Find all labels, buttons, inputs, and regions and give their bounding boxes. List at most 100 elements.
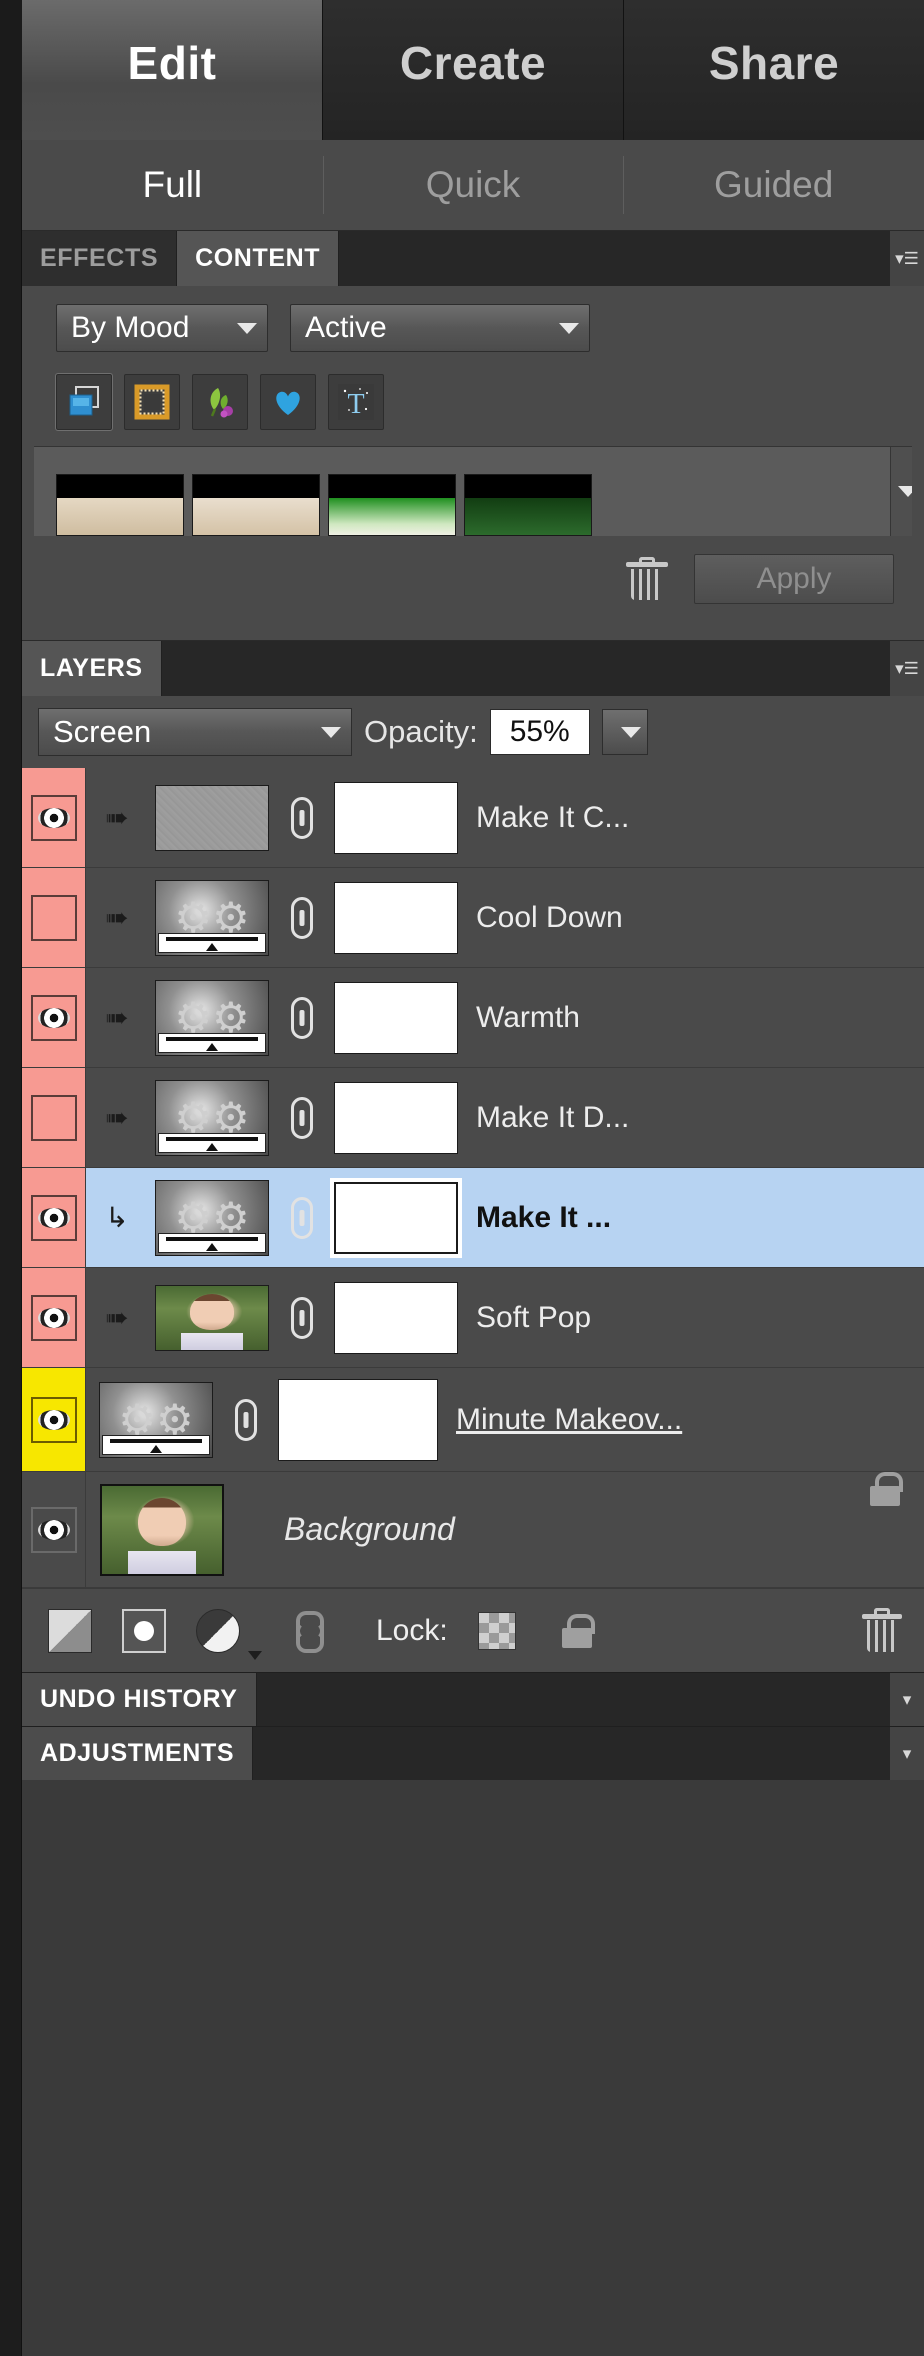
thumb-sky: [57, 475, 183, 498]
content-panel-menu-icon[interactable]: ▾☰: [890, 231, 924, 286]
add-layer-mask-icon[interactable]: [122, 1608, 166, 1653]
opacity-slider-button[interactable]: [601, 709, 648, 755]
content-thumbnail-item[interactable]: [328, 474, 456, 536]
blend-mode-select[interactable]: Screen: [38, 708, 352, 756]
table-row-selected[interactable]: ↳ ⚙⚙ Make It ...: [22, 1168, 924, 1268]
adjustment-slider-bar: [102, 1434, 210, 1455]
trash-icon[interactable]: [862, 1608, 902, 1654]
lock-transparency-checker-icon[interactable]: [477, 1611, 516, 1650]
layer-name[interactable]: Make It C...: [458, 768, 924, 867]
layer-mask-thumbnail-selected[interactable]: [328, 1168, 462, 1267]
content-thumbnail-item[interactable]: [464, 474, 592, 536]
opacity-input[interactable]: 55%: [489, 709, 590, 755]
layer-link-icon[interactable]: [220, 1368, 272, 1471]
new-layer-icon[interactable]: [48, 1608, 92, 1653]
graphics-icon[interactable]: [192, 374, 248, 430]
layer-thumbnail[interactable]: ⚙⚙: [148, 868, 276, 967]
layer-link-icon[interactable]: [276, 868, 328, 967]
layer-thumbnail[interactable]: ⚙⚙: [148, 1168, 276, 1267]
table-row[interactable]: ➠ Make It C...: [22, 768, 924, 868]
table-row[interactable]: ➠ ⚙⚙ Warmth: [22, 968, 924, 1068]
table-row-background[interactable]: Background: [22, 1472, 924, 1588]
content-thumbnail-item[interactable]: [56, 474, 184, 536]
svg-text:T: T: [347, 389, 364, 420]
layer-thumbnail[interactable]: ⚙⚙: [148, 1068, 276, 1167]
mode-tab-create[interactable]: Create: [323, 0, 624, 140]
tabbar-filler: [253, 1727, 890, 1780]
chevron-down-icon[interactable]: [248, 1651, 262, 1660]
tab-effects[interactable]: EFFECTS: [22, 231, 178, 286]
background-layer-thumbnail[interactable]: [100, 1483, 224, 1576]
layer-visibility-toggle[interactable]: [22, 1472, 86, 1587]
layer-visibility-toggle[interactable]: [22, 768, 86, 867]
table-row[interactable]: ➠ ⚙⚙ Cool Down: [22, 868, 924, 968]
layer-visibility-toggle[interactable]: [22, 1068, 86, 1167]
layer-thumbnail[interactable]: [148, 768, 276, 867]
undo-history-panel-header[interactable]: UNDO HISTORY ▾: [22, 1672, 924, 1726]
tab-layers[interactable]: LAYERS: [22, 641, 162, 696]
tab-content[interactable]: CONTENT: [177, 231, 340, 286]
trash-can: [631, 568, 663, 601]
layer-mask-thumbnail[interactable]: [328, 868, 458, 967]
layer-thumbnail-image: [155, 1284, 269, 1351]
tab-quick[interactable]: Quick: [322, 140, 624, 230]
adjustments-panel-header[interactable]: ADJUSTMENTS ▾: [22, 1726, 924, 1780]
adjustments-panel-menu-icon[interactable]: ▾: [890, 1727, 924, 1780]
layer-visibility-toggle[interactable]: [22, 868, 86, 967]
layer-link-icon[interactable]: [276, 1268, 328, 1367]
clipping-indicator: ↳: [86, 1168, 148, 1267]
new-adjustment-layer-icon[interactable]: [196, 1608, 240, 1653]
layer-name[interactable]: Soft Pop: [458, 1268, 924, 1367]
undo-history-panel-menu-icon[interactable]: ▾: [890, 1673, 924, 1726]
left-rail: [0, 140, 22, 2356]
mode-tab-create-label: Create: [399, 37, 547, 89]
mode-tab-edit[interactable]: Edit: [22, 0, 323, 140]
table-row[interactable]: ➠ Soft Pop: [22, 1268, 924, 1368]
content-filter-value-select[interactable]: Active: [290, 304, 590, 352]
content-thumbnail-item[interactable]: [192, 474, 320, 536]
lock-all-icon[interactable]: [561, 1613, 595, 1648]
tab-guided[interactable]: Guided: [623, 140, 924, 230]
frames-icon[interactable]: [124, 374, 180, 430]
layer-visibility-toggle[interactable]: [22, 968, 86, 1067]
content-filter-by-select[interactable]: By Mood: [56, 304, 268, 352]
content-panel-resize-handle[interactable]: [22, 622, 924, 640]
layer-thumbnail[interactable]: [148, 1268, 276, 1367]
trash-icon[interactable]: [626, 556, 668, 602]
layer-link-icon[interactable]: [276, 768, 328, 867]
layer-mask-thumbnail[interactable]: [328, 968, 458, 1067]
text-icon[interactable]: T: [328, 374, 384, 430]
layer-thumbnail[interactable]: ⚙⚙: [148, 968, 276, 1067]
layer-visibility-toggle[interactable]: [22, 1268, 86, 1367]
layer-mask-thumbnail[interactable]: [328, 1068, 458, 1167]
layer-visibility-toggle[interactable]: [22, 1168, 86, 1267]
content-thumbnail-strip[interactable]: [34, 446, 912, 536]
layer-name[interactable]: Warmth: [458, 968, 924, 1067]
background-layer-name[interactable]: Background: [224, 1472, 870, 1587]
shapes-icon[interactable]: [260, 374, 316, 430]
table-row[interactable]: ➠ ⚙⚙ Make It D...: [22, 1068, 924, 1168]
layer-link-icon[interactable]: [276, 968, 328, 1067]
layer-name[interactable]: Make It ...: [458, 1168, 924, 1267]
tab-undo-history[interactable]: UNDO HISTORY: [22, 1673, 257, 1726]
layer-name[interactable]: Make It D...: [458, 1068, 924, 1167]
apply-button[interactable]: Apply: [694, 554, 894, 604]
content-filter-by-value: By Mood: [71, 311, 190, 344]
thumbnail-strip-scroll-right[interactable]: [890, 447, 912, 536]
backgrounds-icon[interactable]: [55, 373, 113, 431]
mode-tab-share[interactable]: Share: [624, 0, 924, 140]
layers-panel-menu-icon[interactable]: ▾☰: [890, 641, 924, 696]
tab-adjustments[interactable]: ADJUSTMENTS: [22, 1727, 254, 1780]
table-row[interactable]: ⚙⚙ Minute Makeov...: [22, 1368, 924, 1472]
layer-visibility-toggle[interactable]: [22, 1368, 86, 1471]
link-layers-icon[interactable]: [292, 1609, 324, 1653]
tab-full[interactable]: Full: [22, 140, 323, 230]
layer-mask-thumbnail[interactable]: [272, 1368, 438, 1471]
layer-link-icon[interactable]: [276, 1068, 328, 1167]
layer-link-icon[interactable]: [276, 1168, 328, 1267]
layer-name[interactable]: Minute Makeov...: [438, 1368, 924, 1471]
layer-mask-thumbnail[interactable]: [328, 768, 458, 867]
layer-thumbnail[interactable]: ⚙⚙: [92, 1368, 220, 1471]
layer-name[interactable]: Cool Down: [458, 868, 924, 967]
layer-mask-thumbnail[interactable]: [328, 1268, 458, 1367]
